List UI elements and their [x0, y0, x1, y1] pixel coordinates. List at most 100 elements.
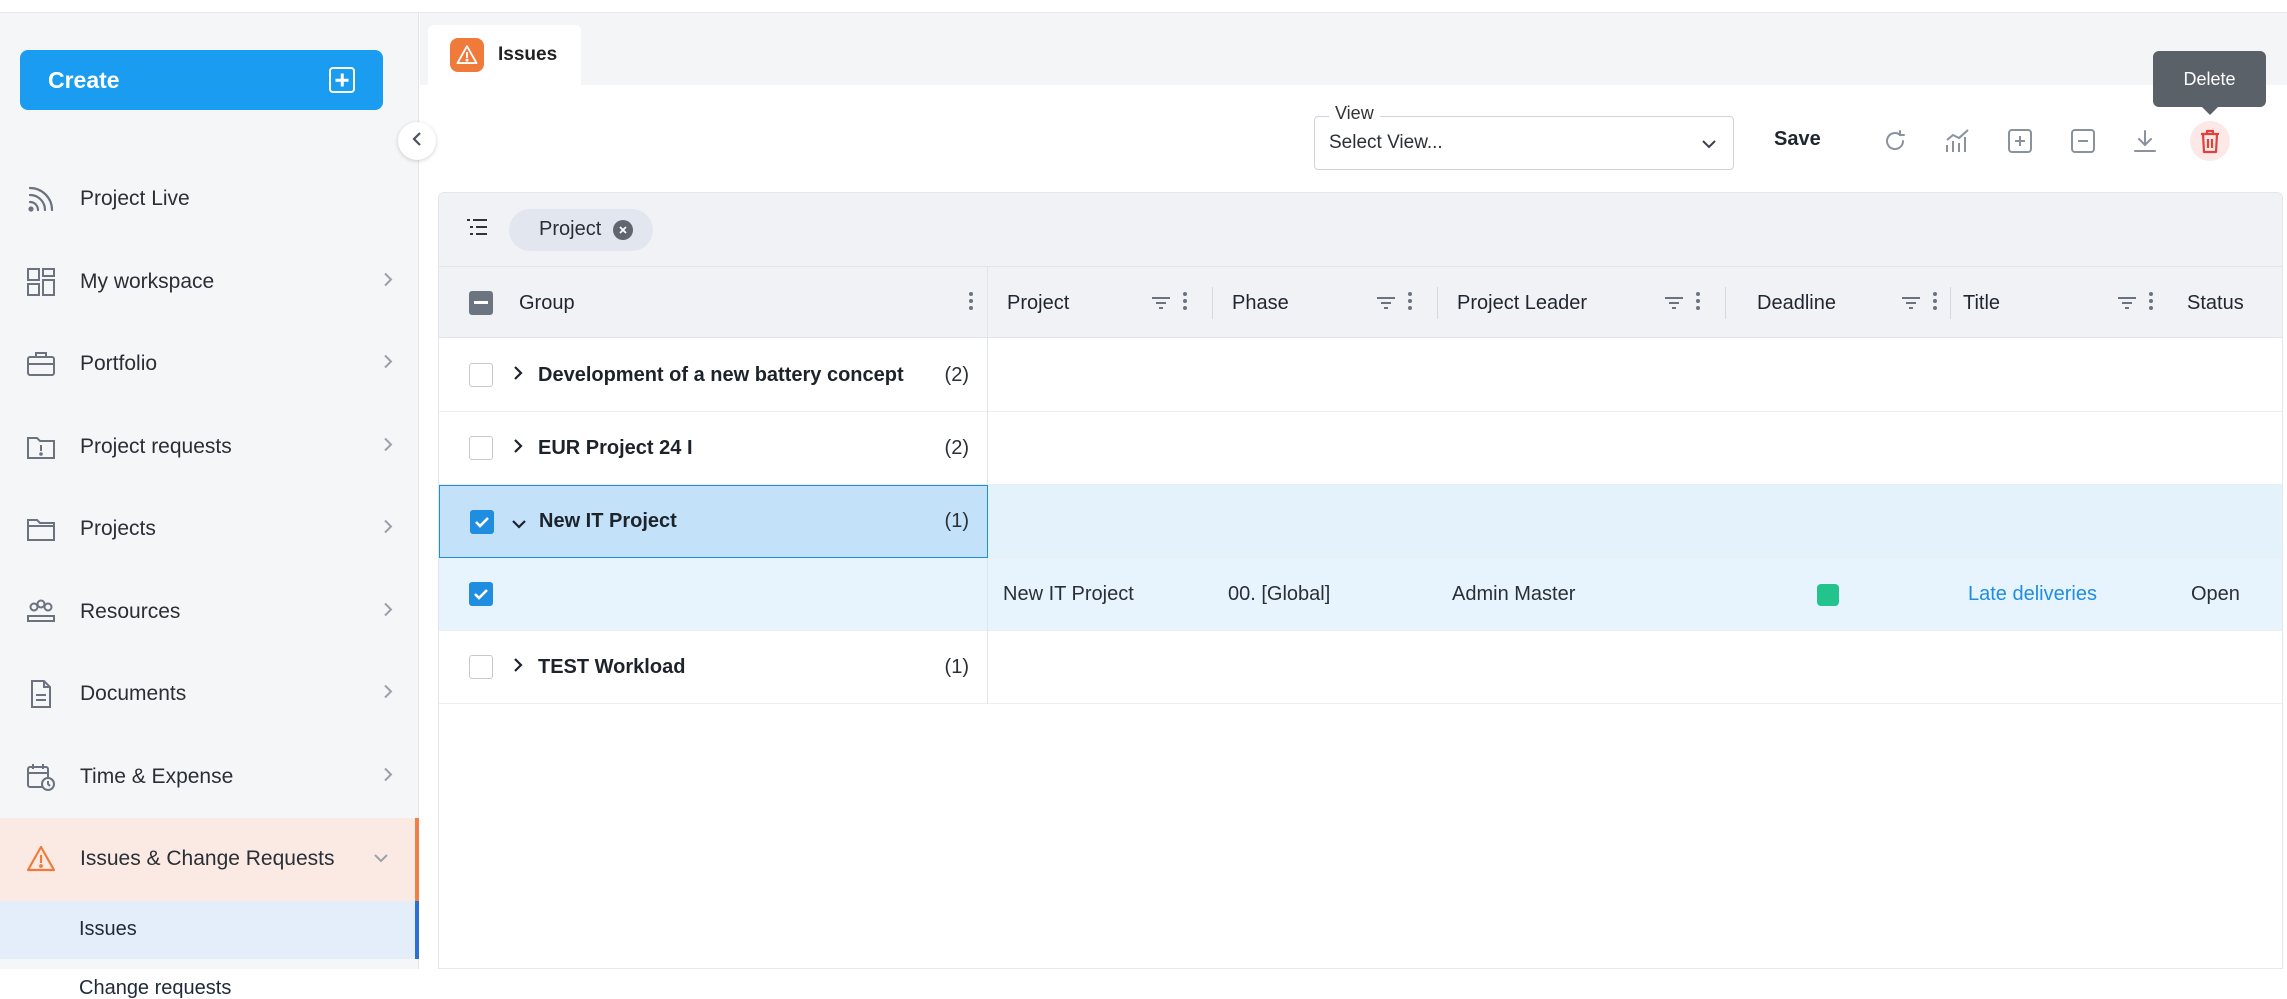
- sidebar-item-resources[interactable]: Resources: [0, 571, 419, 654]
- chevron-down-icon: [1701, 136, 1717, 154]
- table-row[interactable]: New IT Project 00. [Global] Admin Master…: [439, 558, 2282, 631]
- refresh-icon[interactable]: [1875, 121, 1915, 161]
- delete-icon[interactable]: [2190, 121, 2230, 161]
- column-menu-icon[interactable]: [1696, 292, 1700, 316]
- column-header-project[interactable]: Project: [1007, 267, 1197, 339]
- column-separator[interactable]: [1950, 287, 1951, 319]
- column-menu-icon[interactable]: [1933, 292, 1937, 316]
- column-header-group[interactable]: Group: [439, 267, 988, 339]
- expand-all-icon[interactable]: [2000, 121, 2040, 161]
- tab-issues[interactable]: Issues: [428, 25, 581, 85]
- sidebar-item-label: Resources: [80, 599, 181, 623]
- cell-project: New IT Project: [1003, 583, 1134, 605]
- folder-alert-icon: [24, 430, 58, 464]
- chevron-right-icon[interactable]: [513, 437, 523, 460]
- column-header-title[interactable]: Title: [1963, 267, 2163, 339]
- sidebar-subitem-issues[interactable]: Issues: [0, 900, 419, 959]
- sidebar-subitem-change-requests[interactable]: Change requests: [0, 959, 419, 999]
- group-name: TEST Workload: [538, 656, 686, 678]
- group-cell: Development of a new battery concept (2): [439, 339, 988, 412]
- sidebar-item-issues-change-requests[interactable]: Issues & Change Requests: [0, 818, 419, 901]
- collapse-all-icon[interactable]: [2063, 121, 2103, 161]
- create-button-label: Create: [48, 66, 120, 93]
- create-button[interactable]: Create: [20, 50, 383, 110]
- chevron-down-icon[interactable]: [511, 516, 527, 534]
- table-row[interactable]: Development of a new battery concept (2): [439, 339, 2282, 412]
- column-separator[interactable]: [1212, 287, 1213, 319]
- column-menu-icon[interactable]: [1183, 292, 1187, 316]
- collapse-sidebar-button[interactable]: [398, 122, 436, 160]
- sidebar-item-documents[interactable]: Documents: [0, 653, 419, 736]
- chevron-right-icon: [383, 354, 393, 375]
- column-header-project-leader[interactable]: Project Leader: [1457, 267, 1710, 339]
- content-panel: View Select View... Save Delete Project …: [420, 51, 2287, 969]
- tab-label: Issues: [498, 44, 558, 65]
- column-header-deadline[interactable]: Deadline: [1757, 267, 1947, 339]
- briefcase-icon: [24, 347, 58, 381]
- folder-icon: [24, 512, 58, 546]
- group-list-icon[interactable]: [465, 217, 489, 242]
- cell-deadline: [1817, 558, 1839, 631]
- column-menu-icon[interactable]: [1408, 292, 1412, 316]
- chevron-right-icon: [383, 684, 393, 705]
- column-menu-icon[interactable]: [969, 292, 973, 310]
- column-header-status[interactable]: Status: [2187, 267, 2282, 339]
- column-header-phase[interactable]: Phase: [1232, 267, 1422, 339]
- chevron-right-icon: [383, 271, 393, 292]
- sidebar-item-label: Issues & Change Requests: [80, 847, 335, 871]
- warning-icon: [24, 842, 58, 876]
- chart-icon[interactable]: [1938, 121, 1978, 161]
- group-cell: EUR Project 24 I (2): [439, 412, 988, 485]
- view-select-value: Select View...: [1329, 132, 1443, 153]
- row-checkbox[interactable]: [469, 582, 493, 606]
- row-checkbox[interactable]: [469, 436, 493, 460]
- row-checkbox[interactable]: [470, 510, 494, 534]
- chevron-right-icon[interactable]: [513, 656, 523, 679]
- column-header-label: Group: [519, 291, 575, 314]
- calendar-clock-icon: [24, 760, 58, 794]
- sidebar-item-project-requests[interactable]: Project requests: [0, 406, 419, 489]
- sidebar-item-projects[interactable]: Projects: [0, 488, 419, 571]
- rss-icon: [24, 182, 58, 216]
- row-checkbox[interactable]: [469, 363, 493, 387]
- select-all-checkbox[interactable]: [469, 291, 493, 315]
- column-menu-icon[interactable]: [2149, 292, 2153, 316]
- cell-phase: 00. [Global]: [1228, 583, 1331, 605]
- view-select[interactable]: View Select View...: [1314, 103, 1734, 170]
- table-row[interactable]: EUR Project 24 I (2): [439, 412, 2282, 485]
- cell-title-link[interactable]: Late deliveries: [1968, 558, 2097, 631]
- download-icon[interactable]: [2125, 121, 2165, 161]
- filter-icon[interactable]: [1664, 293, 1684, 316]
- sidebar-item-label: Project Live: [80, 187, 190, 211]
- plus-square-icon: [329, 67, 355, 93]
- sidebar-item-project-live[interactable]: Project Live: [0, 158, 419, 241]
- sidebar-item-portfolio[interactable]: Portfolio: [0, 323, 419, 406]
- column-header-label: Project: [1007, 291, 1070, 314]
- toolbar: View Select View... Save Delete: [420, 51, 2287, 187]
- cell-project-leader: Admin Master: [1452, 583, 1576, 605]
- table-row[interactable]: TEST Workload (1): [439, 631, 2282, 704]
- sidebar-item-my-workspace[interactable]: My workspace: [0, 241, 419, 324]
- filter-icon[interactable]: [2117, 293, 2137, 316]
- save-button[interactable]: Save: [1774, 128, 1821, 151]
- row-checkbox[interactable]: [469, 655, 493, 679]
- cell-status: Open: [2191, 583, 2240, 605]
- sidebar-item-label: Project requests: [80, 434, 232, 458]
- sidebar-item-label: Time & Expense: [80, 764, 234, 788]
- chevron-down-icon: [373, 850, 389, 868]
- column-separator[interactable]: [1725, 287, 1726, 319]
- column-header-label: Phase: [1232, 291, 1289, 314]
- view-select-legend: View: [1329, 103, 1380, 124]
- column-separator[interactable]: [1437, 287, 1438, 319]
- filter-icon[interactable]: [1901, 293, 1921, 316]
- filter-icon[interactable]: [1376, 293, 1396, 316]
- table-row-selected[interactable]: New IT Project (1): [439, 485, 2282, 558]
- delete-tooltip: Delete: [2153, 51, 2266, 107]
- filter-icon[interactable]: [1151, 293, 1171, 316]
- chevron-right-icon[interactable]: [513, 364, 523, 387]
- group-chip-label: Project: [539, 218, 602, 240]
- close-icon[interactable]: [613, 219, 634, 240]
- sidebar-item-time-expense[interactable]: Time & Expense: [0, 736, 419, 819]
- grouping-bar: Project: [439, 193, 2282, 266]
- warning-icon: [450, 38, 484, 72]
